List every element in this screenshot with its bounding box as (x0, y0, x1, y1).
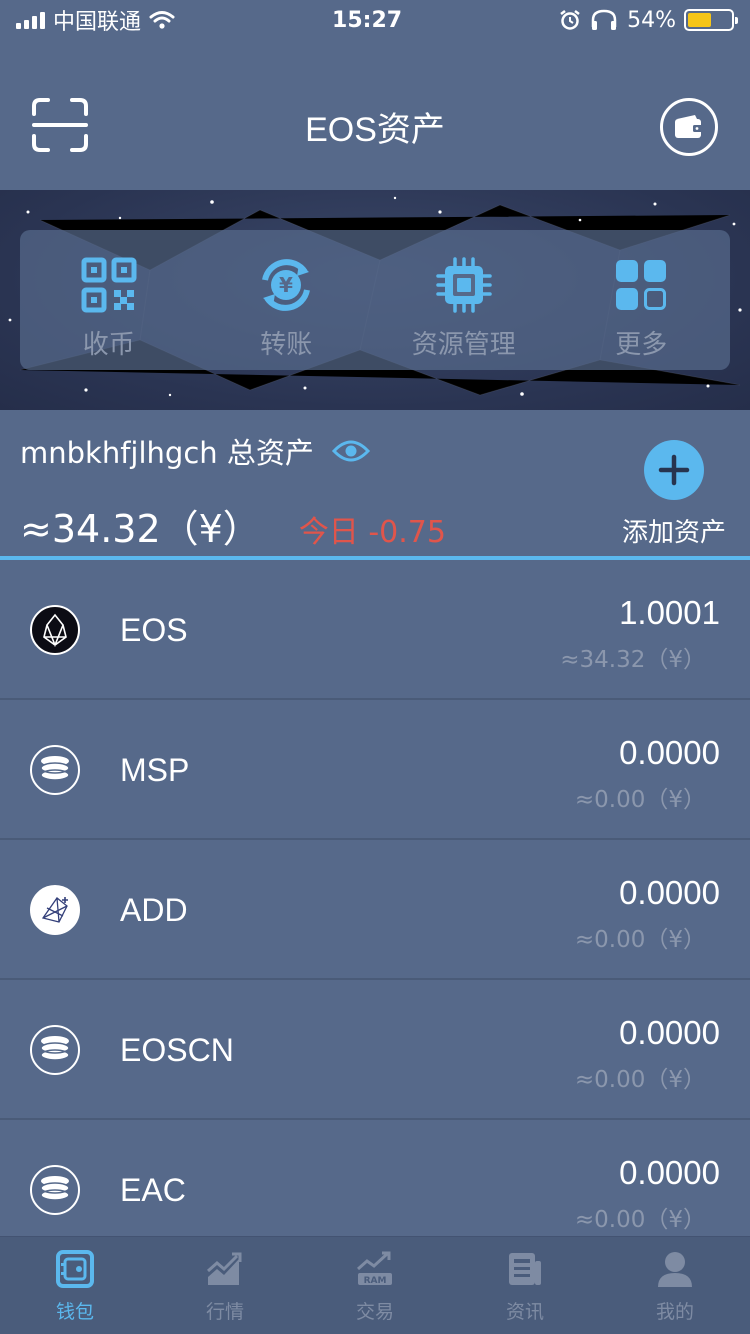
token-row-msp[interactable]: MSP 0.0000 ≈0.00（¥） (0, 700, 750, 840)
wifi-icon (149, 11, 175, 29)
tab-trade[interactable]: RAM 交易 (300, 1237, 450, 1334)
wallet-icon (675, 115, 703, 138)
plus-icon (643, 440, 704, 500)
header: EOS资产 (0, 40, 750, 190)
signal-icon (16, 11, 45, 29)
more-action[interactable]: 更多 (553, 230, 731, 370)
bottom-tab-bar: 钱包 行情 RAM 交易 资讯 我的 (0, 1236, 750, 1334)
token-amount: 1.0001 (619, 594, 720, 631)
token-name: ADD (120, 892, 188, 928)
token-fiat-value: ≈0.00（¥） (574, 1067, 706, 1093)
coin-stack-icon (30, 745, 80, 795)
tab-wallet[interactable]: 钱包 (0, 1237, 150, 1334)
token-row-add[interactable]: ADD 0.0000 ≈0.00（¥） (0, 840, 750, 980)
transfer-action[interactable]: ¥ 转账 (198, 230, 376, 370)
add-asset-label: 添加资产 (621, 518, 726, 548)
svg-text:RAM: RAM (364, 1276, 387, 1286)
ram-trade-icon: RAM (357, 1251, 392, 1286)
total-asset-value: ≈34.32（¥） (20, 507, 261, 551)
market-chart-icon (207, 1252, 242, 1285)
coin-stack-icon (30, 1025, 80, 1075)
wallet-safe-icon (56, 1250, 94, 1288)
transfer-yuan-icon: ¥ (262, 259, 311, 311)
wallet-switch-button[interactable] (660, 98, 718, 156)
news-icon (509, 1253, 541, 1285)
chip-icon (436, 257, 492, 313)
coin-stack-icon (30, 1165, 80, 1215)
tab-market-label: 行情 (205, 1301, 244, 1323)
battery-icon (683, 9, 738, 31)
eye-icon[interactable] (331, 439, 370, 463)
receive-action-label: 收币 (82, 330, 135, 360)
token-name: EOSCN (120, 1032, 234, 1068)
alarm-icon (560, 10, 580, 30)
headphones-icon (591, 9, 617, 30)
token-row-eos[interactable]: EOS 1.0001 ≈34.32（¥） (0, 560, 750, 700)
add-token-icon (30, 885, 80, 935)
token-fiat-value: ≈34.32（¥） (560, 647, 706, 673)
token-fiat-value: ≈0.00（¥） (574, 1207, 706, 1233)
today-change: 今日 -0.75 (298, 515, 446, 550)
token-amount: 0.0000 (619, 1014, 720, 1051)
tab-news-label: 资讯 (505, 1301, 544, 1323)
token-amount: 0.0000 (619, 734, 720, 771)
receive-action[interactable]: 收币 (20, 230, 198, 370)
account-name: mnbkhfjlhgch 总资产 (20, 436, 314, 470)
token-name: EAC (120, 1172, 186, 1208)
tab-market[interactable]: 行情 (150, 1237, 300, 1334)
token-row-eac[interactable]: EAC 0.0000 ≈0.00（¥） (0, 1120, 750, 1236)
token-fiat-value: ≈0.00（¥） (574, 927, 706, 953)
resource-management-label: 资源管理 (411, 330, 516, 360)
token-row-eoscn[interactable]: EOSCN 0.0000 ≈0.00（¥） (0, 980, 750, 1120)
tab-profile[interactable]: 我的 (600, 1237, 750, 1334)
carrier-name: 中国联通 (53, 10, 142, 35)
resource-management-action[interactable]: 资源管理 (375, 230, 553, 370)
token-fiat-value: ≈0.00（¥） (574, 787, 706, 813)
grid-icon (616, 260, 667, 310)
eos-logo-icon (30, 605, 80, 655)
clock-time: 15:27 (332, 7, 403, 33)
tab-trade-label: 交易 (355, 1301, 394, 1323)
starfield-banner: 收币 ¥ 转账 资源管理 更多 (0, 190, 750, 410)
add-asset-button[interactable]: 添加资产 (622, 440, 726, 549)
qr-code-icon (81, 257, 137, 313)
transfer-action-label: 转账 (260, 330, 313, 360)
token-name: EOS (120, 612, 188, 648)
tab-profile-label: 我的 (655, 1301, 694, 1323)
more-action-label: 更多 (615, 330, 668, 360)
battery-percent: 54% (627, 7, 676, 33)
token-amount: 0.0000 (619, 1154, 720, 1191)
quick-actions-card: 收币 ¥ 转账 资源管理 更多 (20, 230, 730, 370)
token-amount: 0.0000 (619, 874, 720, 911)
tab-news[interactable]: 资讯 (450, 1237, 600, 1334)
token-name: MSP (120, 752, 190, 788)
asset-summary: mnbkhfjlhgch 总资产 ≈34.32（¥） 今日 -0.75 添加资产 (0, 410, 750, 560)
tab-wallet-label: 钱包 (55, 1301, 94, 1323)
svg-text:¥: ¥ (279, 273, 293, 297)
status-bar: 中国联通 15:27 54% (0, 0, 750, 40)
profile-icon (658, 1252, 692, 1287)
page-title: EOS资产 (305, 111, 445, 149)
token-list: EOS 1.0001 ≈34.32（¥） MSP 0.0000 ≈0.00（¥） (0, 560, 750, 1236)
